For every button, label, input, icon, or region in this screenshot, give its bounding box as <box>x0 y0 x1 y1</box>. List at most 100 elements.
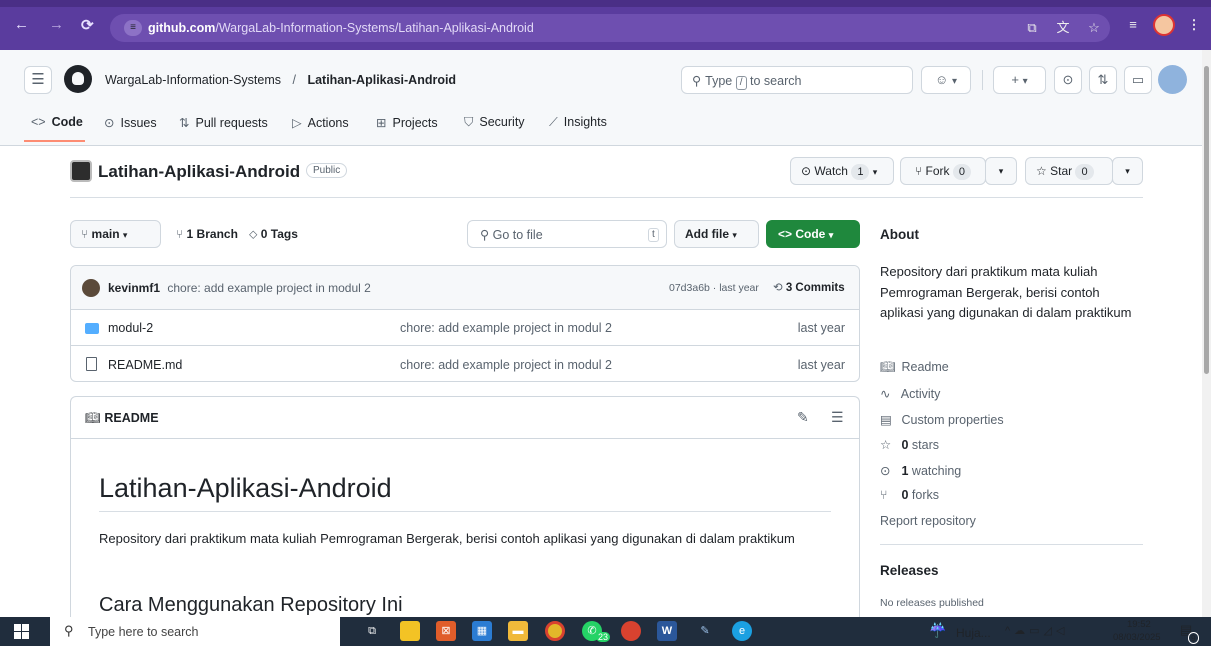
add-file-button[interactable]: Add file ▾ <box>674 220 759 248</box>
copilot-button[interactable]: ☺ ▾ <box>921 66 971 94</box>
windows-start-icon[interactable] <box>14 624 29 639</box>
search-suffix: to search <box>750 74 802 88</box>
repo-title[interactable]: Latihan-Aplikasi-Android <box>98 162 300 182</box>
code-button[interactable]: <> Code ▾ <box>766 220 860 248</box>
task-view-icon[interactable]: ⧉ <box>362 621 382 641</box>
readme-title: Latihan-Aplikasi-Android <box>99 473 392 503</box>
create-new-button[interactable]: + ▾ <box>993 66 1046 94</box>
watch-button[interactable]: ⊙ Watch 1 ▾ <box>790 157 894 185</box>
go-to-file-input[interactable]: ⚲ Go to file t <box>467 220 667 248</box>
address-bar[interactable]: ≡ github.com/WargaLab-Information-System… <box>110 14 1110 42</box>
file-explorer-icon[interactable]: ▬ <box>508 621 528 641</box>
chrome-profile-icon[interactable] <box>621 621 641 641</box>
breadcrumb-owner[interactable]: WargaLab-Information-Systems <box>105 73 281 87</box>
tab-actions-label: Actions <box>307 116 349 130</box>
fork-count: 0 <box>952 164 972 180</box>
tab-pull-requests[interactable]: ⇅ Pull requests <box>179 115 268 130</box>
table-row[interactable]: modul-2 chore: add example project in mo… <box>71 310 859 346</box>
clock-date[interactable]: 08/03/2025 <box>1113 632 1161 643</box>
taskbar-search-input[interactable]: ⚲ Type here to search <box>50 617 340 646</box>
file-commit-message[interactable]: chore: add example project in modul 2 <box>400 321 612 335</box>
report-repository-link[interactable]: Report repository <box>880 514 976 528</box>
github-logo-icon[interactable] <box>64 65 92 93</box>
commit-message[interactable]: chore: add example project in modul 2 <box>167 281 370 295</box>
github-header <box>0 50 1202 146</box>
releases-heading[interactable]: Releases <box>880 563 939 578</box>
commits-link[interactable]: ⟲ 3 Commits <box>773 280 845 294</box>
fork-button[interactable]: ⑂ Fork 0 <box>900 157 986 185</box>
branches-link[interactable]: ⑂ 1 Branch <box>176 227 238 241</box>
chrome-icon[interactable] <box>545 621 565 641</box>
reload-icon[interactable]: ⟳ <box>81 16 94 34</box>
word-icon[interactable]: W <box>657 621 677 641</box>
reading-list-icon[interactable]: ≡ <box>1122 14 1144 36</box>
tags-link[interactable]: ⬦ 0 Tags <box>249 227 298 242</box>
issues-button[interactable]: ⊙ <box>1054 66 1082 94</box>
system-tray-icons[interactable]: ^☁▭◿◁ <box>1005 624 1068 637</box>
code-button-label: Code <box>795 227 826 241</box>
latest-commit-row: kevinmf1 chore: add example project in m… <box>71 266 859 310</box>
bookmark-star-icon[interactable]: ☆ <box>1083 17 1105 39</box>
custom-properties-link[interactable]: ▤ Custom properties <box>880 412 1004 427</box>
app-icon[interactable]: ⊠ <box>436 621 456 641</box>
watch-label: Watch <box>814 164 848 178</box>
user-avatar[interactable] <box>1158 65 1187 94</box>
back-icon[interactable]: ← <box>14 16 29 33</box>
readme-tab[interactable]: 📖︎ README <box>85 411 159 426</box>
edit-pencil-icon[interactable]: ✎ <box>797 409 809 426</box>
commit-hash-time[interactable]: 07d3a6b · last year <box>669 282 759 294</box>
hamburger-menu-button[interactable]: ☰ <box>24 66 52 94</box>
site-info-icon[interactable]: ≡ <box>124 20 142 36</box>
store-icon[interactable]: ▦ <box>472 621 492 641</box>
pull-request-icon: ⇅ <box>1097 72 1109 87</box>
tab-issues[interactable]: ⊙ Issues <box>104 115 157 130</box>
search-text: Type <box>705 74 733 88</box>
tab-security[interactable]: ⛉ Security <box>464 115 525 130</box>
scrollbar-thumb[interactable] <box>1204 66 1209 374</box>
branch-select-button[interactable]: ⑂ main ▾ <box>70 220 161 248</box>
weather-text[interactable]: Huja... <box>956 626 991 640</box>
star-button[interactable]: ☆ Star 0 <box>1025 157 1113 185</box>
chevron-down-icon: ▾ <box>828 230 834 240</box>
releases-text: No releases published <box>880 597 984 609</box>
menu-kebab-icon[interactable]: ⋮ <box>1183 14 1205 36</box>
pen-app-icon[interactable]: ✎ <box>695 621 715 641</box>
clock-time[interactable]: 19:52 <box>1127 619 1151 630</box>
install-app-icon[interactable]: ⧉ <box>1021 17 1043 39</box>
pull-requests-button[interactable]: ⇅ <box>1089 66 1117 94</box>
pulse-icon: ∿ <box>880 387 891 401</box>
tab-issues-label: Issues <box>120 116 157 130</box>
commit-author[interactable]: kevinmf1 <box>108 281 160 295</box>
author-avatar[interactable] <box>82 279 100 297</box>
tab-code[interactable]: <> Code <box>31 115 83 129</box>
tab-actions[interactable]: ▷ Actions <box>292 115 349 130</box>
outline-list-icon[interactable]: ☰ <box>831 409 844 426</box>
forward-icon[interactable]: → <box>49 16 64 33</box>
code-icon: <> <box>778 227 793 241</box>
plus-icon: + <box>1011 72 1019 87</box>
table-row[interactable]: README.md chore: add example project in … <box>71 347 859 383</box>
sticky-notes-icon[interactable] <box>400 621 420 641</box>
edge-icon[interactable]: e <box>732 621 752 641</box>
readme-link[interactable]: 📖︎ Readme <box>880 360 949 375</box>
readme-link-label: Readme <box>901 360 949 374</box>
weather-icon[interactable]: ☔ <box>929 622 946 639</box>
tag-icon: ⬦ <box>249 227 258 241</box>
forks-link[interactable]: ⑂ 0 forks <box>880 488 939 502</box>
activity-link[interactable]: ∿ Activity <box>880 386 940 401</box>
tab-projects[interactable]: ⊞ Projects <box>376 115 438 130</box>
inbox-button[interactable]: ▭ <box>1124 66 1152 94</box>
fork-dropdown-button[interactable]: ▾ <box>985 157 1017 185</box>
file-commit-message[interactable]: chore: add example project in modul 2 <box>400 358 612 372</box>
file-name[interactable]: modul-2 <box>108 321 153 335</box>
watching-link[interactable]: ⊙ 1 watching <box>880 463 961 478</box>
tab-insights[interactable]: ⟋ Insights <box>549 115 607 130</box>
star-dropdown-button[interactable]: ▾ <box>1112 157 1143 185</box>
profile-avatar[interactable] <box>1153 14 1175 36</box>
breadcrumb-repo[interactable]: Latihan-Aplikasi-Android <box>307 73 456 87</box>
translate-icon[interactable]: 文 <box>1052 17 1074 39</box>
stars-link[interactable]: ☆ 0 stars <box>880 437 939 452</box>
file-name[interactable]: README.md <box>108 358 182 372</box>
search-input[interactable]: ⚲ Type / to search <box>681 66 913 94</box>
search-icon: ⚲ <box>64 623 74 638</box>
